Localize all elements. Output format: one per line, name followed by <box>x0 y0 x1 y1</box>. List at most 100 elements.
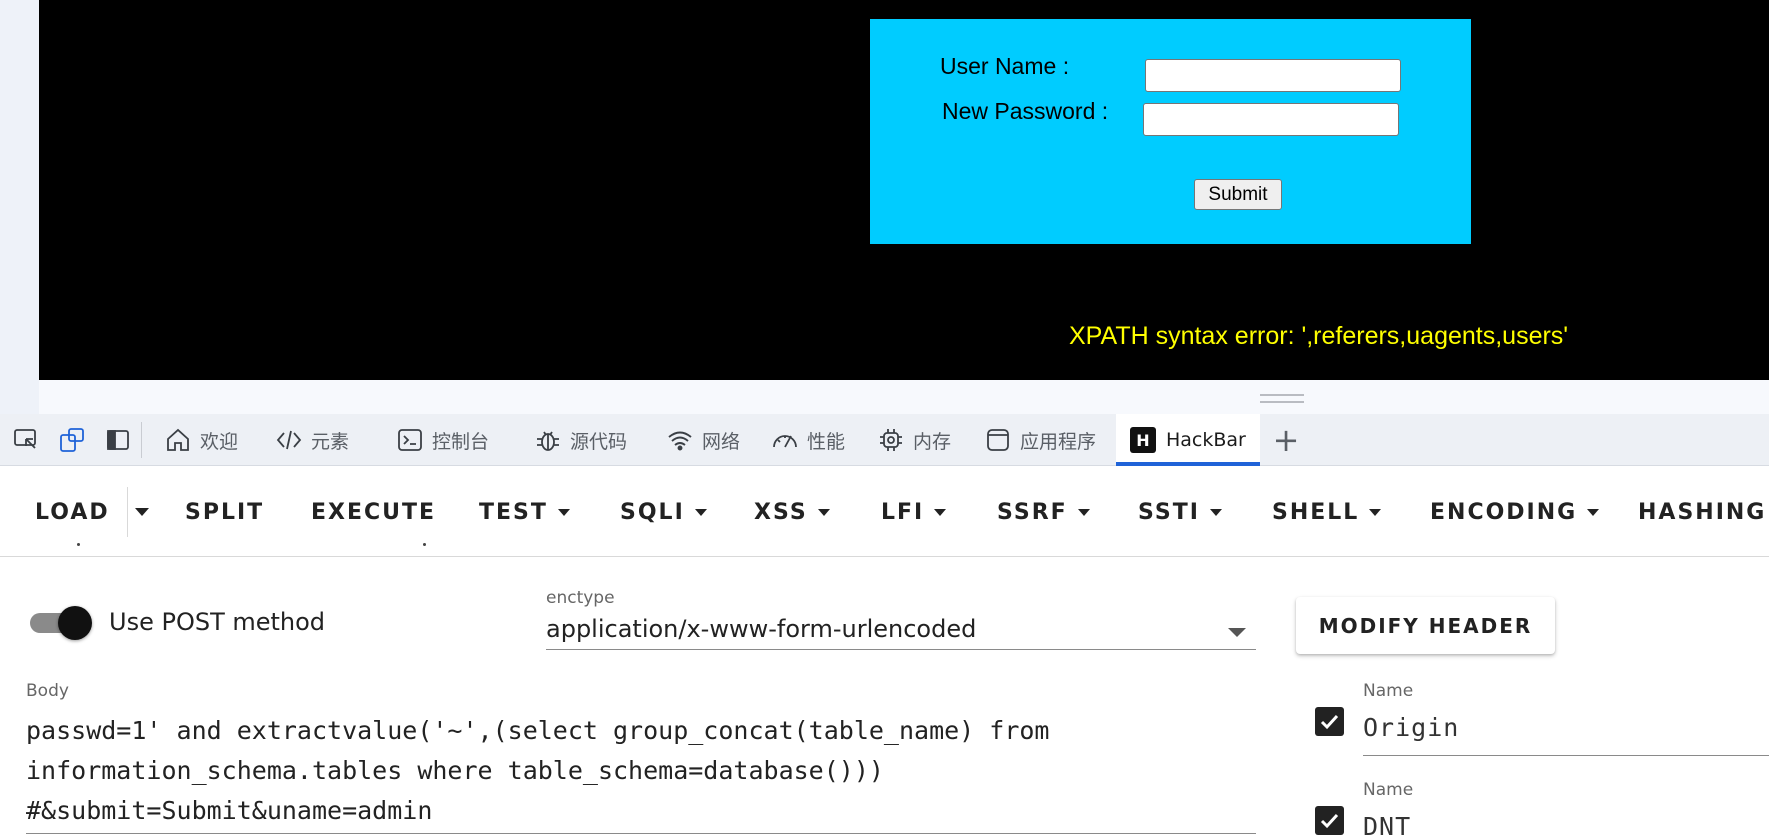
header-name-input[interactable]: DNT <box>1363 812 1411 836</box>
header-enabled-checkbox[interactable] <box>1315 707 1344 736</box>
checkmark-icon <box>1320 813 1339 829</box>
test-menu-button[interactable]: TEST <box>479 490 570 534</box>
encoding-menu-button[interactable]: ENCODING <box>1430 490 1600 534</box>
shell-label: SHELL <box>1272 499 1360 525</box>
left-gutter <box>0 0 39 414</box>
body-label: Body <box>26 681 69 701</box>
checkmark-icon <box>1320 714 1339 730</box>
caret-down-icon <box>1209 508 1222 516</box>
header-name-label: Name <box>1363 780 1414 800</box>
toggle-thumb <box>58 606 92 640</box>
split-button[interactable]: SPLIT <box>185 490 264 534</box>
enctype-select[interactable]: application/x-www-form-urlencoded <box>546 615 976 643</box>
ssrf-menu-button[interactable]: SSRF <box>997 490 1090 534</box>
chevron-down-icon[interactable] <box>1228 628 1246 637</box>
wifi-icon <box>666 426 694 454</box>
header-enabled-checkbox[interactable] <box>1315 806 1344 835</box>
header-name-underline <box>1363 755 1769 756</box>
page-viewport: User Name : New Password : Submit XPATH … <box>39 0 1769 380</box>
modify-header-button[interactable]: MODIFY HEADER <box>1296 597 1555 654</box>
login-form: User Name : New Password : Submit <box>870 19 1471 244</box>
inspect-element-icon[interactable] <box>12 426 40 454</box>
url-field-edge <box>77 543 80 546</box>
lfi-menu-button[interactable]: LFI <box>881 490 947 534</box>
dock-side-icon[interactable] <box>104 426 132 454</box>
xss-menu-button[interactable]: XSS <box>754 490 830 534</box>
ssrf-label: SSRF <box>997 499 1068 525</box>
header-name-input[interactable]: Origin <box>1363 713 1459 742</box>
password-input[interactable] <box>1143 103 1399 136</box>
password-label: New Password : <box>942 98 1109 124</box>
devtools-tab-bar: 欢迎 元素 控制台 源代码 网络 性能 内存 应用程序 H HackBar + <box>0 414 1769 466</box>
hackbar-toolbar: LOAD SPLIT EXECUTE TEST SQLI XSS LFI SSR… <box>0 467 1769 557</box>
enctype-label: enctype <box>546 588 615 608</box>
lfi-label: LFI <box>881 499 925 525</box>
tab-label: 源代码 <box>570 430 628 453</box>
tab-console[interactable]: 控制台 <box>396 414 489 466</box>
sqli-menu-button[interactable]: SQLI <box>620 490 707 534</box>
app-window-icon <box>984 426 1012 454</box>
shell-menu-button[interactable]: SHELL <box>1272 490 1382 534</box>
tab-memory[interactable]: 内存 <box>877 414 951 466</box>
url-field-edge <box>423 543 426 546</box>
caret-down-icon <box>694 508 707 516</box>
tab-sources[interactable]: 源代码 <box>534 414 627 466</box>
device-emulation-icon[interactable] <box>58 426 86 454</box>
devtools-resize-handle[interactable] <box>1260 394 1304 403</box>
tab-welcome[interactable]: 欢迎 <box>164 414 238 466</box>
test-label: TEST <box>479 499 548 525</box>
tab-application[interactable]: 应用程序 <box>984 414 1096 466</box>
username-label: User Name : <box>940 53 1070 79</box>
post-method-toggle[interactable] <box>28 606 94 640</box>
caret-down-icon <box>817 508 830 516</box>
encoding-label: ENCODING <box>1430 499 1578 525</box>
tab-label: 控制台 <box>432 430 490 453</box>
tab-elements[interactable]: 元素 <box>275 414 349 466</box>
tab-label: 性能 <box>807 430 846 453</box>
ssti-menu-button[interactable]: SSTI <box>1138 490 1222 534</box>
hackbar-logo-icon: H <box>1130 427 1156 453</box>
caret-down-icon <box>557 508 570 516</box>
tab-label: 元素 <box>311 430 350 453</box>
tab-label: 欢迎 <box>200 430 239 453</box>
tab-network[interactable]: 网络 <box>666 414 740 466</box>
load-divider <box>127 487 128 537</box>
hashing-menu-button[interactable]: HASHING <box>1638 490 1769 534</box>
body-underline <box>26 833 1256 834</box>
load-dropdown-icon[interactable] <box>135 508 149 516</box>
caret-down-icon <box>1587 508 1600 516</box>
tab-label: HackBar <box>1166 429 1246 451</box>
caret-down-icon <box>1077 508 1090 516</box>
console-icon <box>396 426 424 454</box>
post-method-label: Use POST method <box>109 608 326 636</box>
body-textarea[interactable]: passwd=1' and extractvalue('~',(select g… <box>26 711 1246 831</box>
tab-label: 应用程序 <box>1020 430 1097 453</box>
tab-performance[interactable]: 性能 <box>771 414 845 466</box>
code-icon <box>275 426 303 454</box>
execute-label: EXECUTE <box>311 499 437 525</box>
submit-button[interactable]: Submit <box>1194 179 1282 210</box>
home-icon <box>164 426 192 454</box>
tab-label: 内存 <box>913 430 952 453</box>
hashing-label: HASHING <box>1638 499 1767 525</box>
load-button[interactable]: LOAD <box>35 490 110 534</box>
add-tab-button[interactable]: + <box>1268 421 1304 459</box>
xss-label: XSS <box>754 499 808 525</box>
gauge-icon <box>771 426 799 454</box>
caret-down-icon <box>1369 508 1382 516</box>
chip-icon <box>877 426 905 454</box>
ssti-label: SSTI <box>1138 499 1200 525</box>
tab-hackbar[interactable]: H HackBar <box>1116 414 1260 466</box>
caret-down-icon <box>934 508 947 516</box>
browser-window: User Name : New Password : Submit XPATH … <box>0 0 1769 836</box>
header-name-label: Name <box>1363 681 1414 701</box>
bug-icon <box>534 426 562 454</box>
execute-button[interactable]: EXECUTE <box>311 490 436 534</box>
username-input[interactable] <box>1145 59 1401 92</box>
tab-bar-divider <box>141 422 142 458</box>
load-label: LOAD <box>35 499 110 525</box>
tab-label: 网络 <box>702 430 741 453</box>
split-label: SPLIT <box>185 499 265 525</box>
sqli-label: SQLI <box>620 499 685 525</box>
error-message: XPATH syntax error: ',referers,uagents,u… <box>1069 322 1569 350</box>
